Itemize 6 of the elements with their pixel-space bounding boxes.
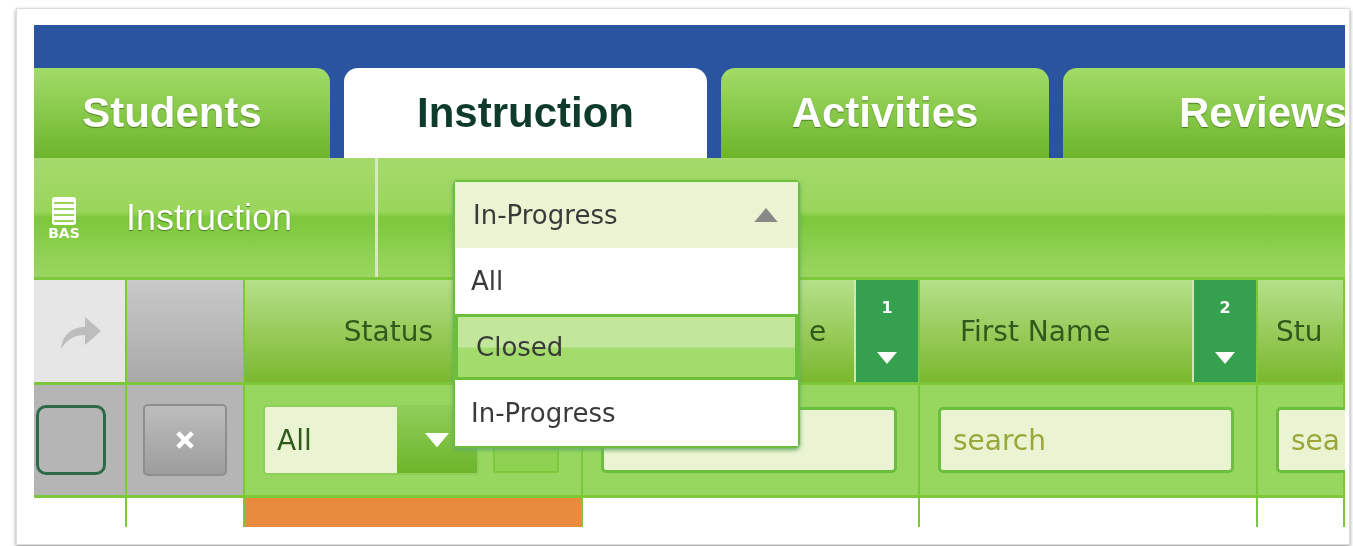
column-label: e [809, 314, 827, 348]
column-label: First Name [960, 314, 1111, 348]
column-label: Status [343, 314, 433, 348]
toolbar-title: Instruction [126, 196, 293, 239]
column-label: Stu [1276, 314, 1323, 348]
dropdown-value: In-Progress [473, 200, 618, 230]
